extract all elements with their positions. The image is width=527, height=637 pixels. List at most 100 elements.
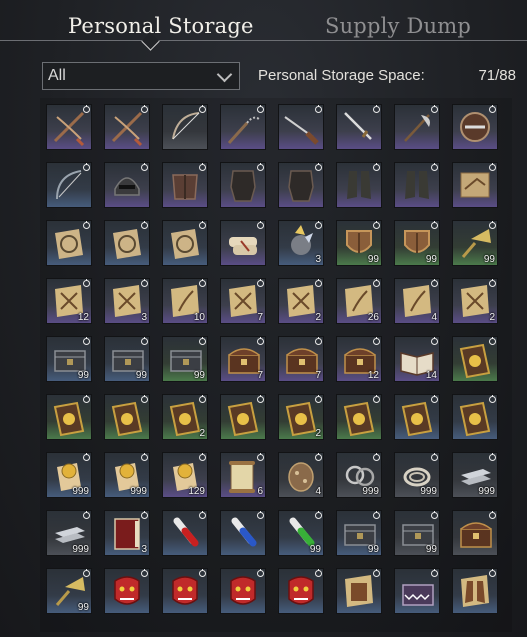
inventory-slot[interactable]: 99 [336,510,382,556]
bind-lock-icon [489,511,496,519]
bind-lock-icon [141,395,148,403]
inventory-slot[interactable]: 3 [104,278,150,324]
inventory-slot[interactable]: 4 [394,278,440,324]
inventory-slot[interactable]: 129 [162,452,208,498]
inventory-slot[interactable] [394,162,440,208]
inventory-slot[interactable] [104,162,150,208]
inventory-slot[interactable] [278,162,324,208]
inventory-slot[interactable] [162,104,208,150]
inventory-slot[interactable] [336,162,382,208]
inventory-slot[interactable] [162,568,208,614]
inventory-slot[interactable] [220,510,266,556]
bind-lock-icon [199,279,206,287]
inventory-slot[interactable] [104,220,150,266]
inventory-slot[interactable]: 7 [220,278,266,324]
inventory-slot[interactable] [452,394,498,440]
inventory-slot[interactable]: 99 [46,568,92,614]
inventory-slot[interactable]: 99 [104,336,150,382]
inventory-slot[interactable] [452,104,498,150]
inventory-slot[interactable]: 99 [46,336,92,382]
inventory-slot[interactable]: 99 [452,220,498,266]
inventory-slot[interactable]: 10 [162,278,208,324]
inventory-slot[interactable] [452,568,498,614]
bind-lock-icon [83,511,90,519]
inventory-slot[interactable] [220,220,266,266]
inventory-slot[interactable]: 999 [46,452,92,498]
inventory-slot[interactable] [278,104,324,150]
inventory-slot[interactable]: 99 [394,220,440,266]
inventory-slot[interactable]: 12 [46,278,92,324]
inventory-slot[interactable] [278,568,324,614]
item-quantity: 14 [425,370,437,381]
inventory-slot[interactable] [162,220,208,266]
inventory-slot[interactable] [220,568,266,614]
filter-selected-value: All [48,67,66,84]
inventory-slot[interactable]: 4 [278,452,324,498]
inventory-slot[interactable]: 7 [278,336,324,382]
category-filter-dropdown[interactable]: All [42,62,240,90]
bind-lock-icon [489,163,496,171]
bind-lock-icon [257,105,264,113]
bind-lock-icon [431,511,438,519]
inventory-slot[interactable] [104,104,150,150]
inventory-slot[interactable]: 999 [46,510,92,556]
inventory-slot[interactable] [162,162,208,208]
item-quantity: 129 [188,486,205,497]
inventory-slot[interactable] [452,510,498,556]
bind-lock-icon [315,337,322,345]
inventory-slot[interactable] [452,162,498,208]
bind-lock-icon [489,453,496,461]
inventory-slot[interactable] [46,162,92,208]
inventory-slot[interactable]: 999 [104,452,150,498]
inventory-slot[interactable] [46,394,92,440]
inventory-slot[interactable]: 2 [162,394,208,440]
inventory-slot[interactable] [336,568,382,614]
storage-tabs: Personal Storage Supply Dump [0,0,527,51]
inventory-slot[interactable] [336,394,382,440]
inventory-slot[interactable]: 999 [394,452,440,498]
inventory-slot[interactable]: 2 [452,278,498,324]
inventory-slot[interactable]: 3 [278,220,324,266]
inventory-slot[interactable] [220,162,266,208]
item-quantity: 999 [130,486,147,497]
inventory-slot[interactable] [394,568,440,614]
inventory-slot[interactable] [452,336,498,382]
inventory-slot[interactable] [46,220,92,266]
inventory-slot[interactable]: 99 [162,336,208,382]
inventory-slot[interactable]: 14 [394,336,440,382]
inventory-slot[interactable]: 2 [278,278,324,324]
bind-lock-icon [83,569,90,577]
inventory-slot[interactable] [220,394,266,440]
inventory-slot[interactable] [104,394,150,440]
inventory-slot[interactable]: 3 [104,510,150,556]
inventory-slot[interactable] [104,568,150,614]
inventory-slot[interactable]: 99 [394,510,440,556]
tab-personal-storage[interactable]: Personal Storage [68,14,254,38]
inventory-slot[interactable]: 99 [278,510,324,556]
inventory-slot[interactable]: 6 [220,452,266,498]
bind-lock-icon [141,105,148,113]
inventory-slot[interactable]: 2 [278,394,324,440]
inventory-slot[interactable] [46,104,92,150]
inventory-slot[interactable]: 26 [336,278,382,324]
bind-lock-icon [257,221,264,229]
inventory-slot[interactable]: 999 [336,452,382,498]
tab-supply-dump[interactable]: Supply Dump [325,14,471,38]
bind-lock-icon [257,453,264,461]
inventory-slot[interactable] [162,510,208,556]
inventory-slot[interactable]: 99 [336,220,382,266]
inventory-slot[interactable]: 12 [336,336,382,382]
bind-lock-icon [83,337,90,345]
inventory-slot[interactable] [220,104,266,150]
inventory-slot[interactable]: 999 [452,452,498,498]
item-quantity: 999 [72,486,89,497]
inventory-grid: 3 99 99 99 12 3 10 7 2 26 4 2 99 99 99 7 7 12 14 2 2 999 999 12… [46,104,516,634]
tab-divider [0,40,527,41]
inventory-slot[interactable] [336,104,382,150]
bind-lock-icon [83,453,90,461]
bind-lock-icon [431,337,438,345]
bind-lock-icon [489,221,496,229]
inventory-slot[interactable] [394,104,440,150]
inventory-slot[interactable] [394,394,440,440]
inventory-slot[interactable]: 7 [220,336,266,382]
